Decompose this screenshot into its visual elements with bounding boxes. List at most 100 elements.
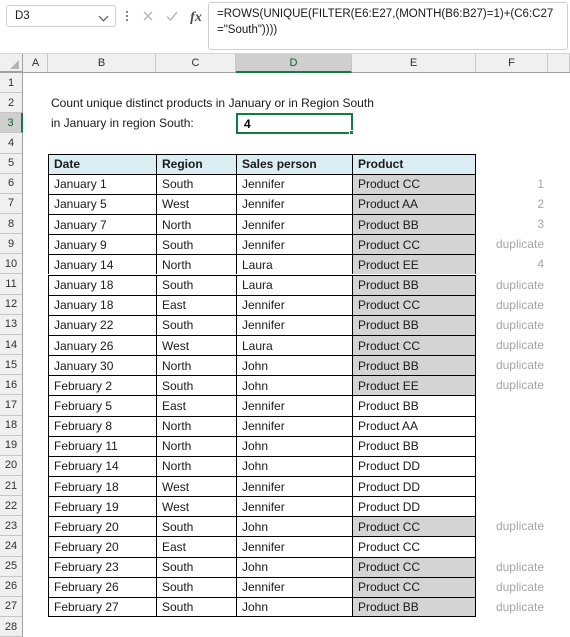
table-cell-c14[interactable]: West [156,334,236,356]
table-cell-d7[interactable]: Jennifer [236,193,352,215]
table-cell-d23[interactable]: John [236,516,352,537]
row-header-22[interactable]: 22 [0,496,22,517]
table-cell-b16[interactable]: February 2 [48,375,156,396]
table-cell-c7[interactable]: West [156,193,236,215]
table-cell-d14[interactable]: Laura [236,334,352,356]
row-header-28[interactable]: 28 [0,617,22,637]
table-cell-d18[interactable]: Jennifer [236,415,352,436]
table-cell-c19[interactable]: North [156,435,236,456]
table-cell-e12[interactable]: Product CC [352,294,476,315]
table-cell-e19[interactable]: Product BB [352,435,476,456]
table-cell-c8[interactable]: North [156,214,236,235]
table-cell-c16[interactable]: South [156,375,236,396]
selected-cell-d3[interactable]: 4 [236,113,354,136]
row-header-10[interactable]: 10 [0,254,22,275]
row-header-1[interactable]: 1 [0,73,22,94]
row-header-4[interactable]: 4 [0,133,22,154]
fill-handle[interactable] [349,130,354,136]
row-header-25[interactable]: 25 [0,556,22,577]
table-cell-c13[interactable]: South [156,314,236,335]
spreadsheet-grid[interactable]: ABCDEF 1 2 3 4 5 6 7 8 9 10 11 12 13 14 15 16 17 18 19 20 21… [0,54,570,637]
table-cell-e25[interactable]: Product CC [352,556,476,577]
table-cell-c6[interactable]: South [156,173,236,194]
table-cell-b9[interactable]: January 9 [48,234,156,255]
row-header-9[interactable]: 9 [0,234,22,255]
row-header-6[interactable]: 6 [0,173,22,194]
row-header-11[interactable]: 11 [0,274,22,295]
table-cell-b11[interactable]: January 18 [48,274,156,295]
table-cell-d24[interactable]: Jennifer [236,536,352,557]
table-cell-c23[interactable]: South [156,516,236,537]
table-cell-b24[interactable]: February 20 [48,536,156,557]
table-cell-e23[interactable]: Product CC [352,516,476,537]
table-cell-e22[interactable]: Product DD [352,496,476,517]
row-header-5[interactable]: 5 [0,153,22,174]
table-cell-c25[interactable]: South [156,556,236,577]
table-cell-e13[interactable]: Product BB [352,314,476,335]
table-cell-b18[interactable]: February 8 [48,415,156,436]
table-cell-c22[interactable]: West [156,496,236,517]
table-cell-d27[interactable]: John [236,596,352,618]
column-header-d[interactable]: D [236,54,352,73]
table-cell-b6[interactable]: January 1 [48,173,156,194]
table-cell-b10[interactable]: January 14 [48,254,156,275]
table-cell-c12[interactable]: East [156,294,236,315]
table-cell-e21[interactable]: Product DD [352,476,476,497]
table-cell-e17[interactable]: Product BB [352,395,476,416]
more-options-icon[interactable] [122,11,132,23]
column-header-c[interactable]: C [156,54,236,72]
table-cell-c15[interactable]: North [156,355,236,376]
table-cell-d9[interactable]: Jennifer [236,234,352,255]
table-cell-e10[interactable]: Product EE [352,254,476,275]
column-header-e[interactable]: E [352,54,476,72]
row-header-8[interactable]: 8 [0,214,22,235]
table-cell-b21[interactable]: February 18 [48,476,156,497]
row-header-13[interactable]: 13 [0,314,22,335]
row-header-23[interactable]: 23 [0,516,22,537]
row-header-24[interactable]: 24 [0,536,22,557]
table-cell-e7[interactable]: Product AA [352,193,476,215]
formula-input[interactable]: =ROWS(UNIQUE(FILTER(E6:E27,(MONTH(B6:B27… [208,2,568,50]
table-header-e[interactable]: Product [352,153,476,174]
table-cell-e18[interactable]: Product AA [352,415,476,436]
table-cell-d25[interactable]: John [236,556,352,577]
table-cell-c18[interactable]: North [156,415,236,436]
row-header-26[interactable]: 26 [0,576,22,597]
table-cell-b27[interactable]: February 27 [48,596,156,618]
table-cell-d10[interactable]: Laura [236,254,352,275]
name-box[interactable]: D3 [6,5,116,27]
row-header-21[interactable]: 21 [0,476,22,497]
table-cell-b25[interactable]: February 23 [48,556,156,577]
table-cell-e20[interactable]: Product DD [352,455,476,476]
table-cell-e27[interactable]: Product BB [352,596,476,618]
table-cell-d19[interactable]: John [236,435,352,456]
column-header-f[interactable]: F [476,54,548,72]
row-header-3[interactable]: 3 [0,113,23,134]
table-cell-b19[interactable]: February 11 [48,435,156,456]
row-header-2[interactable]: 2 [0,93,22,114]
table-cell-d12[interactable]: Jennifer [236,294,352,315]
row-header-16[interactable]: 16 [0,375,22,396]
table-cell-d22[interactable]: Jennifer [236,496,352,517]
table-cell-b7[interactable]: January 5 [48,193,156,215]
table-cell-b17[interactable]: February 5 [48,395,156,416]
row-header-18[interactable]: 18 [0,415,22,436]
table-cell-d8[interactable]: Jennifer [236,214,352,235]
row-header-20[interactable]: 20 [0,455,22,476]
note-line-2[interactable]: in January in region South: [48,113,228,133]
row-header-27[interactable]: 27 [0,596,22,618]
table-cell-d21[interactable]: Jennifer [236,476,352,497]
select-all-corner[interactable] [0,54,23,72]
table-cell-b20[interactable]: February 14 [48,455,156,476]
table-cell-b14[interactable]: January 26 [48,334,156,356]
table-cell-d11[interactable]: Laura [236,274,352,295]
chevron-down-icon[interactable] [100,12,109,21]
table-cell-c27[interactable]: South [156,596,236,618]
column-header-b[interactable]: B [48,54,156,72]
table-cell-c20[interactable]: North [156,455,236,476]
table-header-d[interactable]: Sales person [236,153,352,174]
table-cell-d17[interactable]: Jennifer [236,395,352,416]
table-cell-c24[interactable]: East [156,536,236,557]
table-cell-e9[interactable]: Product CC [352,234,476,255]
table-cell-b26[interactable]: February 26 [48,576,156,597]
